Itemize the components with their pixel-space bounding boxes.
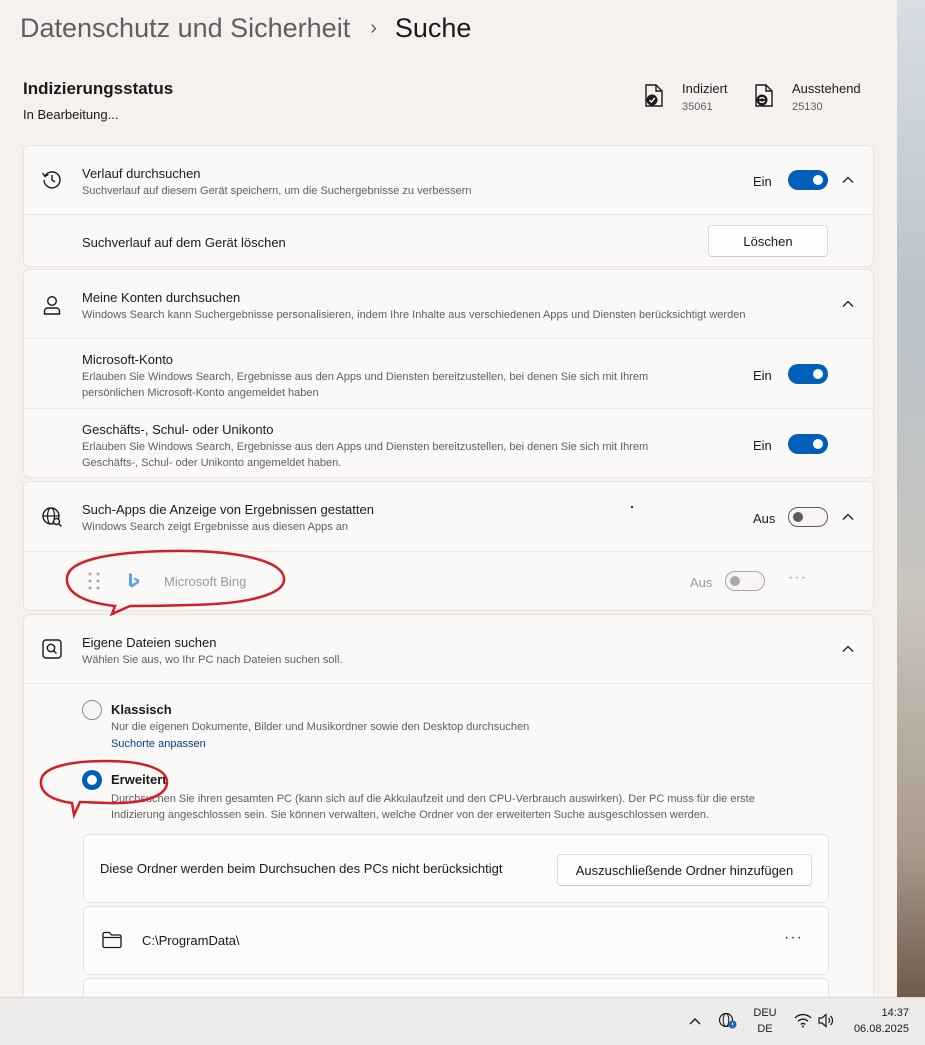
work-account-row: Geschäfts-, Schul- oder Unikonto Erlaube… [24,408,873,478]
search-apps-header[interactable]: Such-Apps die Anzeige von Ergebnissen ge… [24,482,873,551]
bing-more-button[interactable]: ··· [788,569,807,587]
stray-dot [631,506,633,508]
chevron-up-icon[interactable] [841,297,855,311]
chevron-up-icon[interactable] [841,642,855,656]
history-toggle[interactable] [788,170,828,190]
network-globe-icon[interactable] [718,1012,738,1030]
accounts-title: Meine Konten durchsuchen [82,290,241,305]
work-account-desc-line2: Geschäfts-, Schul- oder Unikonto angemel… [82,457,342,469]
microsoft-account-desc: Erlauben Sie Windows Search, Ergebnisse … [82,369,722,401]
pending-value: 25130 [792,101,823,113]
files-card: Eigene Dateien suchen Wählen Sie aus, wo… [23,614,874,997]
desktop-wallpaper [897,0,925,1000]
indexed-document-icon [645,84,663,107]
settings-window: Datenschutz und Sicherheit › Suche Indiz… [0,0,897,997]
files-options: Klassisch Nur die eigenen Dokumente, Bil… [24,683,873,997]
bing-state: Aus [690,575,713,590]
microsoft-account-desc-line2: persönlichen Microsoft-Konto angemeldet … [82,387,319,399]
clear-history-label: Suchverlauf auf dem Gerät löschen [82,235,286,250]
work-account-title: Geschäfts-, Schul- oder Unikonto [82,422,274,437]
files-title: Eigene Dateien suchen [82,635,217,650]
enhanced-title: Erweitert [111,772,167,787]
globe-search-icon [42,507,62,527]
volume-icon[interactable] [817,1013,835,1028]
bing-label: Microsoft Bing [164,574,247,589]
wifi-icon[interactable] [794,1013,812,1028]
file-search-icon [42,639,62,659]
bing-row: Microsoft Bing Aus ··· [24,551,873,611]
accounts-header[interactable]: Meine Konten durchsuchen Windows Search … [24,270,873,338]
input-language-top[interactable]: DEU [749,1007,781,1019]
history-header[interactable]: Verlauf durchsuchen Suchverlauf auf dies… [24,146,873,214]
excluded-folder-row: C:\ProgramData\ ··· [83,906,829,975]
bing-icon [129,573,139,588]
clear-history-row: Suchverlauf auf dem Gerät löschen Lösche… [24,214,873,267]
clock-time[interactable]: 14:37 [840,1007,909,1019]
microsoft-account-toggle[interactable] [788,364,828,384]
enhanced-desc-line1: Durchsuchen Sie ihren gesamten PC (kann … [111,793,755,805]
work-account-desc-line1: Erlauben Sie Windows Search, Ergebnisse … [82,441,649,453]
microsoft-account-title: Microsoft-Konto [82,352,174,367]
history-title: Verlauf durchsuchen [82,166,201,181]
page-title: Suche [394,12,472,43]
microsoft-account-row: Microsoft-Konto Erlauben Sie Windows Sea… [24,338,873,409]
work-account-desc: Erlauben Sie Windows Search, Ergebnisse … [82,439,722,471]
indexed-value: 35061 [682,101,713,113]
search-apps-title: Such-Apps die Anzeige von Ergebnissen ge… [82,502,374,517]
work-account-toggle[interactable] [788,434,828,454]
chevron-up-icon[interactable] [841,173,855,187]
accounts-desc: Windows Search kann Suchergebnisse perso… [82,309,746,321]
chevron-up-icon[interactable] [688,1016,702,1026]
search-apps-card: Such-Apps die Anzeige von Ergebnissen ge… [23,481,874,611]
accounts-card: Meine Konten durchsuchen Windows Search … [23,269,874,478]
excluded-folder-row-next [83,978,829,997]
add-excluded-folder-button[interactable]: Auszuschließende Ordner hinzufügen [557,854,812,886]
indexed-label: Indiziert [682,81,728,96]
microsoft-account-state: Ein [753,368,772,383]
breadcrumb: Datenschutz und Sicherheit › Suche [20,8,471,48]
indexed-stat: Indiziert 35061 [643,81,728,113]
pending-stat: Ausstehend 25130 [753,81,861,113]
history-desc: Suchverlauf auf diesem Gerät speichern, … [82,185,472,197]
folder-icon [102,931,122,949]
microsoft-account-desc-line1: Erlauben Sie Windows Search, Ergebnisse … [82,371,649,383]
files-desc: Wählen Sie aus, wo Ihr PC nach Dateien s… [82,654,343,666]
search-apps-state: Aus [753,511,776,526]
classic-title: Klassisch [111,702,172,717]
clock-date[interactable]: 06.08.2025 [840,1023,909,1035]
excluded-folder-path: C:\ProgramData\ [142,933,240,948]
pending-document-icon [755,84,773,107]
search-apps-toggle[interactable] [788,507,828,527]
classic-radio[interactable] [82,700,102,720]
history-state: Ein [753,174,772,189]
excluded-folders-label: Diese Ordner werden beim Durchsuchen des… [100,861,503,876]
chevron-up-icon[interactable] [841,510,855,524]
breadcrumb-parent[interactable]: Datenschutz und Sicherheit [20,13,350,44]
enhanced-desc-line2: Indizierung angeschlossen sein. Sie könn… [111,809,710,821]
history-card: Verlauf durchsuchen Suchverlauf auf dies… [23,145,874,267]
enhanced-desc: Durchsuchen Sie ihren gesamten PC (kann … [111,791,831,823]
classic-desc: Nur die eigenen Dokumente, Bilder und Mu… [111,721,530,733]
person-icon [43,295,61,315]
taskbar: DEU DE 14:37 06.08.2025 [0,997,925,1045]
breadcrumb-separator: › [370,16,377,39]
work-account-state: Ein [753,438,772,453]
clear-history-button[interactable]: Löschen [708,225,828,257]
enhanced-radio[interactable] [82,770,102,790]
bing-toggle[interactable] [725,571,765,591]
pending-label: Ausstehend [792,81,861,96]
files-header[interactable]: Eigene Dateien suchen Wählen Sie aus, wo… [24,615,873,683]
customize-locations-link[interactable]: Suchorte anpassen [111,738,206,750]
history-icon [41,171,61,189]
input-language-bottom[interactable]: DE [749,1023,781,1035]
indexing-status-title: Indizierungsstatus [23,79,174,98]
indexing-status-text: In Bearbeitung... [23,107,119,122]
drag-handle-icon[interactable] [87,571,101,591]
search-apps-desc: Windows Search zeigt Ergebnisse aus dies… [82,521,348,533]
folder-more-button[interactable]: ··· [784,929,803,947]
excluded-folders-header: Diese Ordner werden beim Durchsuchen des… [83,834,829,903]
